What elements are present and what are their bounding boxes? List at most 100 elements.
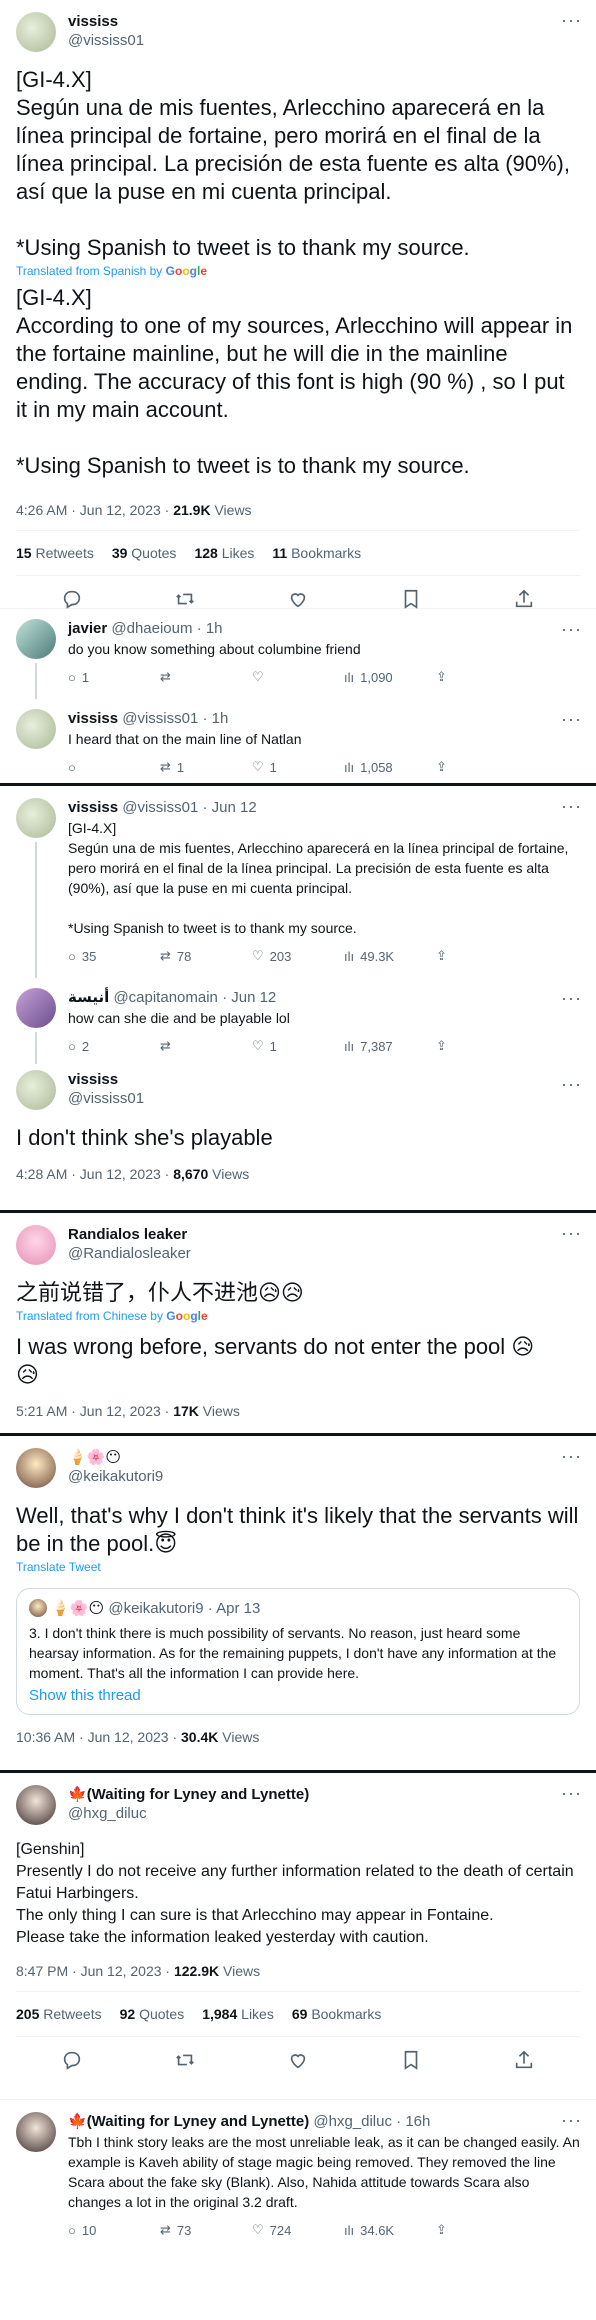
more-icon[interactable]: ··· — [561, 1446, 582, 1467]
thread-tweet[interactable]: vississ @vississ01 · Jun 12 [GI-4.X] Seg… — [0, 786, 596, 978]
more-icon[interactable]: ··· — [561, 709, 582, 730]
bookmarks-stat[interactable]: 11 Bookmarks — [272, 545, 361, 561]
like-count[interactable]: ♡ 1 — [252, 1038, 344, 1054]
like-icon[interactable] — [287, 588, 309, 610]
views-count[interactable]: ılı 34.6K — [344, 2222, 436, 2238]
tweet-time[interactable]: 5:21 AM · Jun 12, 2023 · — [16, 1403, 169, 1419]
username[interactable]: @vississ01 — [68, 31, 144, 50]
more-icon[interactable]: ··· — [561, 796, 582, 817]
retweets-stat[interactable]: 205 Retweets — [16, 2006, 102, 2022]
avatar[interactable] — [16, 1785, 56, 1825]
display-name[interactable]: javier — [68, 620, 107, 637]
retweet-icon[interactable] — [174, 588, 196, 610]
share-icon[interactable] — [513, 588, 535, 610]
views-count[interactable]: ılı 1,058 — [344, 759, 436, 775]
avatar[interactable] — [16, 2112, 56, 2152]
reply-tweet[interactable]: 🍁(Waiting for Lyney and Lynette) @hxg_di… — [0, 2100, 596, 2240]
bookmark-icon[interactable] — [400, 2049, 422, 2071]
username[interactable]: @hxg_diluc — [68, 1804, 309, 1823]
like-count[interactable]: ♡ 203 — [252, 948, 344, 964]
more-icon[interactable]: ··· — [561, 1074, 582, 1095]
username[interactable]: @hxg_diluc — [313, 2113, 392, 2130]
tweet-time[interactable]: 10:36 AM · Jun 12, 2023 · — [16, 1729, 177, 1745]
quotes-stat[interactable]: 39 Quotes — [112, 545, 177, 561]
more-icon[interactable]: ··· — [561, 1783, 582, 1804]
display-name[interactable]: 🍁(Waiting for Lyney and Lynette) — [68, 2113, 309, 2130]
views-count[interactable]: ılı 49.3K — [344, 948, 436, 964]
retweets-stat[interactable]: 15 Retweets — [16, 545, 94, 561]
quotes-stat[interactable]: 92 Quotes — [120, 2006, 185, 2022]
username[interactable]: @keikakutori9 — [68, 1467, 163, 1486]
display-name[interactable]: vississ — [68, 12, 144, 31]
avatar[interactable] — [16, 1070, 56, 1110]
bookmark-icon[interactable] — [400, 588, 422, 610]
more-icon[interactable]: ··· — [561, 1223, 582, 1244]
likes-stat[interactable]: 128 Likes — [194, 545, 254, 561]
retweet-count[interactable]: ⇄ — [160, 1038, 252, 1054]
avatar[interactable] — [16, 988, 56, 1028]
more-icon[interactable]: ··· — [561, 619, 582, 640]
retweet-count[interactable]: ⇄ 78 — [160, 948, 252, 964]
reply-count[interactable]: ○ 2 — [68, 1038, 160, 1054]
reply-count[interactable]: ○ — [68, 759, 160, 775]
retweet-count[interactable]: ⇄ 1 — [160, 759, 252, 775]
bookmarks-stat[interactable]: 69 Bookmarks — [292, 2006, 382, 2022]
tweet-time[interactable]: 8:47 PM · Jun 12, 2023 · — [16, 1963, 170, 1979]
share-icon[interactable]: ⇪ — [436, 669, 528, 685]
like-count[interactable]: ♡ 1 — [252, 759, 344, 775]
display-name[interactable]: vississ — [68, 710, 118, 727]
more-icon[interactable]: ··· — [561, 10, 582, 31]
tweet-main-4: 🍦🌸😶 @keikakutori9 ··· Well, that's why I… — [0, 1436, 596, 1770]
avatar[interactable] — [16, 1448, 56, 1488]
like-icon[interactable] — [287, 2049, 309, 2071]
display-name[interactable]: 🍁(Waiting for Lyney and Lynette) — [68, 1785, 309, 1804]
show-thread-link[interactable]: Show this thread — [29, 1687, 567, 1704]
retweet-count[interactable]: ⇄ — [160, 669, 252, 685]
views-count[interactable]: ılı 1,090 — [344, 669, 436, 685]
reply-tweet[interactable]: vississ @vississ01 · 1h I heard that on … — [0, 699, 596, 775]
translated-note[interactable]: Translated from Spanish by Google — [16, 264, 580, 278]
tweet-translation: [GI-4.X] According to one of my sources,… — [16, 285, 573, 478]
tweet-time[interactable]: 4:26 AM · Jun 12, 2023 · — [16, 502, 169, 518]
share-icon[interactable]: ⇪ — [436, 1038, 528, 1054]
display-name[interactable]: Randialos leaker — [68, 1225, 191, 1244]
username[interactable]: @vississ01 — [68, 1089, 144, 1108]
username[interactable]: @capitanomain — [113, 989, 217, 1006]
username[interactable]: @vississ01 — [122, 799, 198, 816]
avatar[interactable] — [16, 1225, 56, 1265]
reply-count[interactable]: ○ 35 — [68, 948, 160, 964]
reply-icon[interactable] — [61, 588, 83, 610]
retweet-count[interactable]: ⇄ 73 — [160, 2222, 252, 2238]
share-icon[interactable]: ⇪ — [436, 2222, 528, 2238]
avatar[interactable] — [16, 619, 56, 659]
reply-icon[interactable] — [61, 2049, 83, 2071]
display-name[interactable]: vississ — [68, 799, 118, 816]
reply-tweet[interactable]: javier @dhaeioum · 1h do you know someth… — [0, 609, 596, 699]
like-count[interactable]: ♡ 724 — [252, 2222, 344, 2238]
display-name[interactable]: 🍦🌸😶 — [68, 1448, 163, 1467]
username[interactable]: @dhaeioum — [111, 620, 192, 637]
more-icon[interactable]: ··· — [561, 2110, 582, 2131]
views-count[interactable]: ılı 7,387 — [344, 1038, 436, 1054]
reply-count[interactable]: ○ 1 — [68, 669, 160, 685]
share-icon[interactable]: ⇪ — [436, 948, 528, 964]
avatar[interactable] — [16, 12, 56, 52]
username[interactable]: @vississ01 — [122, 710, 198, 727]
avatar[interactable] — [16, 709, 56, 749]
thread-tweet[interactable]: أنيسة @capitanomain · Jun 12 how can she… — [0, 978, 596, 1064]
share-icon[interactable]: ⇪ — [436, 759, 528, 775]
more-icon[interactable]: ··· — [561, 988, 582, 1009]
translated-note[interactable]: Translated from Chinese by Google — [16, 1309, 580, 1323]
likes-stat[interactable]: 1,984 Likes — [202, 2006, 274, 2022]
quoted-tweet[interactable]: 🍦🌸😶 @keikakutori9 · Apr 13 3. I don't th… — [16, 1588, 580, 1715]
retweet-icon[interactable] — [174, 2049, 196, 2071]
display-name[interactable]: أنيسة — [68, 989, 109, 1006]
tweet-time[interactable]: 4:28 AM · Jun 12, 2023 · — [16, 1166, 169, 1182]
reply-count[interactable]: ○ 10 — [68, 2222, 160, 2238]
avatar[interactable] — [16, 798, 56, 838]
share-icon[interactable] — [513, 2049, 535, 2071]
like-count[interactable]: ♡ — [252, 669, 344, 685]
display-name[interactable]: vississ — [68, 1070, 144, 1089]
translate-tweet-link[interactable]: Translate Tweet — [16, 1560, 580, 1574]
username[interactable]: @Randialosleaker — [68, 1244, 191, 1263]
